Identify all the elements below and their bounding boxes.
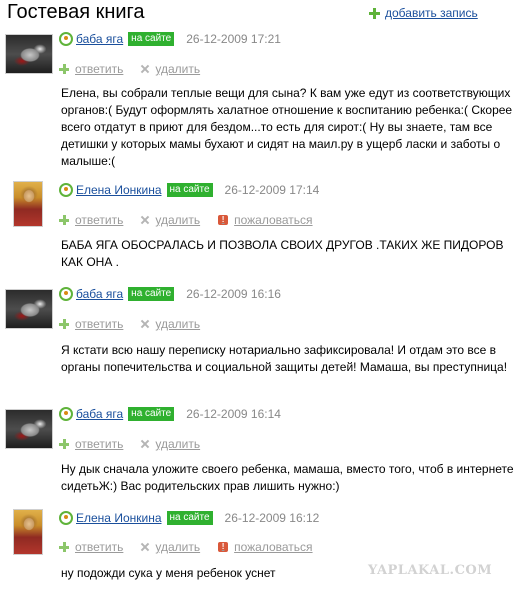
comment-actions: ответить удалить ! пожаловаться (59, 213, 331, 227)
reply-label: ответить (75, 540, 124, 554)
header: Гостевая книга добавить запись (0, 0, 528, 26)
delete-label: удалить (155, 540, 201, 554)
reply-button[interactable]: ответить (59, 437, 123, 451)
username-link[interactable]: баба яга (76, 287, 123, 301)
comment-meta: Елена Ионкина на сайте 26-12-2009 16:12 (59, 510, 319, 526)
reply-button[interactable]: ответить (59, 213, 123, 227)
plus-icon (369, 7, 380, 19)
online-badge: на сайте (166, 511, 213, 525)
comment-text: БАБА ЯГА ОБОСРАЛАСЬ И ПОЗВОЛА СВОИХ ДРУГ… (61, 238, 504, 269)
plus-icon (59, 64, 69, 74)
avatar[interactable] (5, 34, 53, 74)
avatar[interactable] (5, 409, 53, 449)
delete-label: удалить (155, 213, 201, 227)
add-entry-button[interactable]: добавить запись (369, 6, 478, 20)
add-entry-link[interactable]: добавить запись (385, 6, 478, 20)
delete-button[interactable]: удалить (141, 540, 200, 554)
online-badge: на сайте (128, 287, 175, 301)
comment-date: 26-12-2009 16:12 (224, 511, 320, 525)
report-button[interactable]: ! пожаловаться (218, 540, 313, 554)
report-button[interactable]: ! пожаловаться (218, 213, 313, 227)
warning-icon: ! (218, 542, 229, 552)
warning-icon: ! (218, 215, 229, 225)
plus-icon (59, 215, 69, 225)
report-label: пожаловаться (234, 213, 313, 227)
comment-actions: ответить удалить (59, 62, 218, 76)
avatar[interactable] (13, 181, 43, 227)
delete-label: удалить (155, 437, 201, 451)
comment-text: Ну дык сначала уложите своего ребенка, м… (61, 462, 514, 493)
comment-meta: баба яга на сайте 26-12-2009 16:16 (59, 286, 281, 302)
report-label: пожаловаться (234, 540, 313, 554)
username-link[interactable]: баба яга (76, 32, 123, 46)
comment-actions: ответить удалить (59, 317, 218, 331)
username-link[interactable]: Елена Ионкина (76, 183, 162, 197)
plus-icon (59, 542, 69, 552)
plus-icon (59, 439, 69, 449)
delete-button[interactable]: удалить (141, 62, 200, 76)
comment-date: 26-12-2009 17:21 (186, 32, 281, 46)
comment-date: 26-12-2009 17:14 (224, 183, 320, 197)
delete-label: удалить (155, 317, 201, 331)
comment-text: Елена, вы собрали теплые вещи для сына? … (61, 86, 513, 168)
avatar[interactable] (13, 509, 43, 555)
online-badge: на сайте (128, 407, 175, 421)
comment-date: 26-12-2009 16:14 (186, 407, 281, 421)
reply-label: ответить (75, 62, 124, 76)
reply-label: ответить (75, 317, 124, 331)
delete-button[interactable]: удалить (141, 317, 200, 331)
user-icon (59, 32, 73, 46)
comment-date: 26-12-2009 16:16 (186, 287, 281, 301)
comment-meta: Елена Ионкина на сайте 26-12-2009 17:14 (59, 182, 319, 198)
comment-meta: баба яга на сайте 26-12-2009 17:21 (59, 31, 281, 47)
username-link[interactable]: Елена Ионкина (76, 511, 162, 525)
avatar[interactable] (5, 289, 53, 329)
online-badge: на сайте (166, 183, 213, 197)
username-link[interactable]: баба яга (76, 407, 123, 421)
close-icon (141, 320, 149, 328)
user-icon (59, 287, 73, 301)
reply-button[interactable]: ответить (59, 317, 123, 331)
reply-button[interactable]: ответить (59, 540, 123, 554)
user-icon (59, 407, 73, 421)
close-icon (141, 543, 149, 551)
user-icon (59, 183, 73, 197)
page-title: Гостевая книга (7, 1, 145, 23)
delete-label: удалить (155, 62, 201, 76)
online-badge: на сайте (128, 32, 175, 46)
close-icon (141, 440, 149, 448)
close-icon (141, 65, 149, 73)
comment-meta: баба яга на сайте 26-12-2009 16:14 (59, 406, 281, 422)
delete-button[interactable]: удалить (141, 437, 200, 451)
reply-label: ответить (75, 213, 124, 227)
comment-text: Я кстати всю нашу переписку нотариально … (61, 343, 508, 374)
plus-icon (59, 319, 69, 329)
close-icon (141, 216, 149, 224)
comment-actions: ответить удалить (59, 437, 218, 451)
reply-label: ответить (75, 437, 124, 451)
user-icon (59, 511, 73, 525)
comment-actions: ответить удалить ! пожаловаться (59, 540, 331, 554)
watermark: YAPLAKAL.COM (368, 563, 493, 578)
delete-button[interactable]: удалить (141, 213, 200, 227)
reply-button[interactable]: ответить (59, 62, 123, 76)
